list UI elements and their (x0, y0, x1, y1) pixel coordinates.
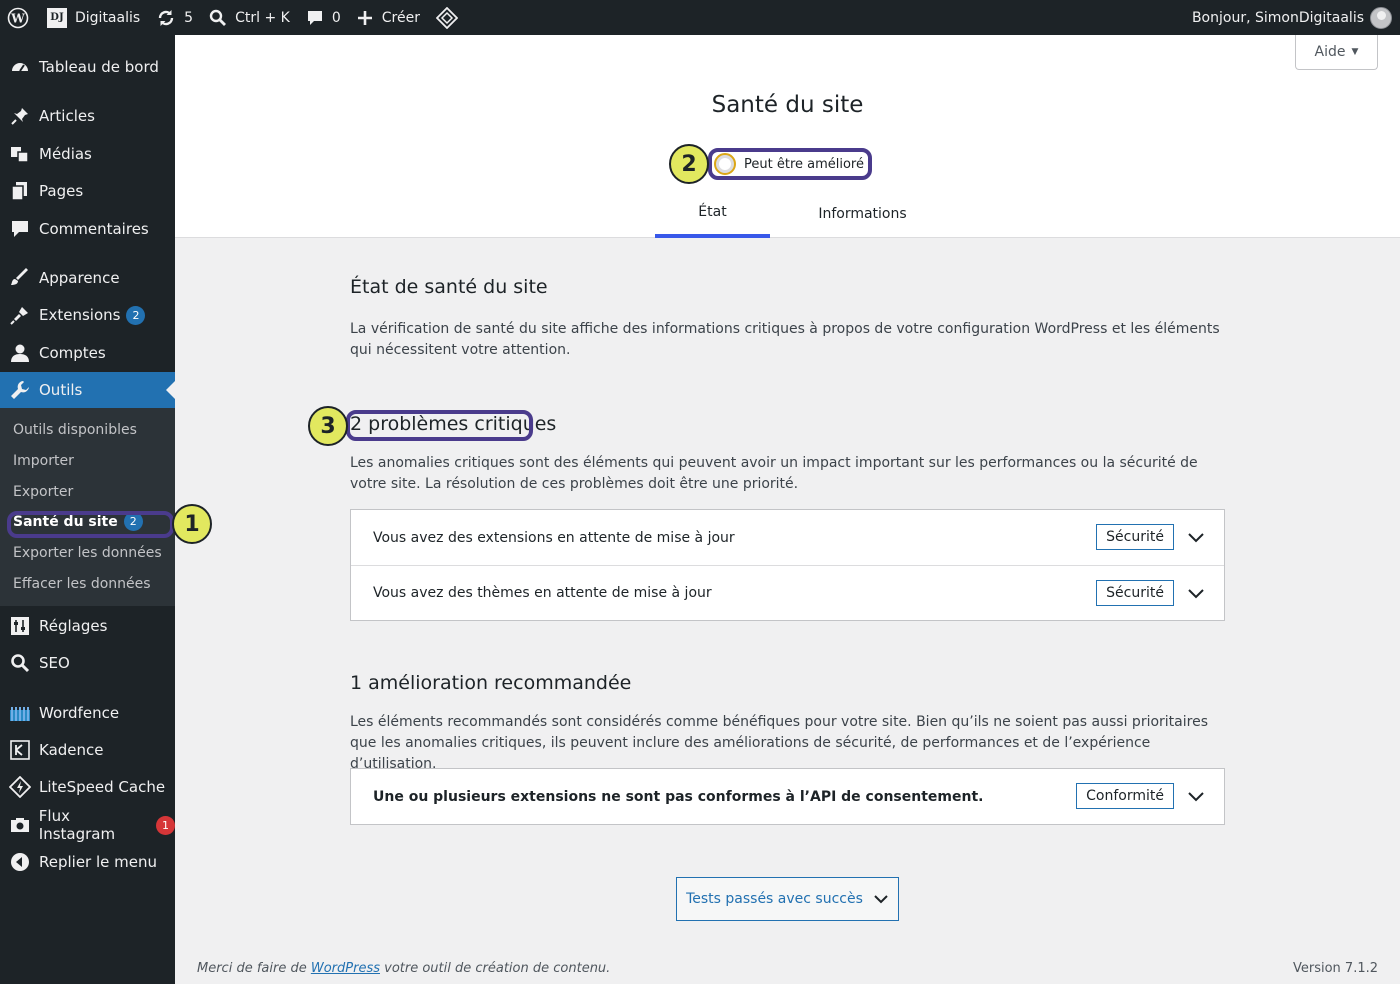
updates-link[interactable]: 5 (148, 0, 201, 35)
security-badge: Sécurité (1096, 580, 1174, 606)
menu-item-appearance[interactable]: Apparence (0, 260, 175, 296)
chevron-down-icon (874, 895, 888, 904)
chevron-down-icon (1188, 533, 1204, 543)
admin-bar: W DJ Digitaalis 5 Ctrl + K 0 Créer Bonjo… (0, 0, 1400, 35)
tab-status[interactable]: État (655, 190, 770, 238)
site-health-header: Aide ▼ Santé du site Peut être amélioré … (175, 35, 1400, 238)
user-icon (9, 342, 31, 364)
litespeed-icon (9, 776, 31, 798)
pages-icon (9, 180, 31, 202)
wordpress-link[interactable]: WordPress (311, 961, 380, 976)
passed-tests-button[interactable]: Tests passés avec succès (676, 877, 899, 921)
site-logo-icon: DJ (47, 7, 67, 28)
brush-icon (9, 267, 31, 289)
avatar (1370, 6, 1392, 29)
chevron-down-icon (1188, 589, 1204, 599)
recommended-title: 1 amélioration recommandée (350, 672, 632, 694)
highlight-site-health-menu (7, 511, 174, 538)
recommended-description: Les éléments recommandés sont considérés… (350, 714, 1208, 772)
dashboard-icon (9, 56, 31, 78)
admin-sidebar: Tableau de bord Articles Médias Pages Co… (0, 35, 175, 984)
callout-2: 2 (669, 144, 709, 184)
comments-count: 0 (331, 9, 341, 26)
extensions-update-badge: 2 (126, 305, 146, 325)
recommended-list: Une ou plusieurs extensions ne sont pas … (350, 768, 1225, 825)
diamond-icon (435, 6, 458, 29)
submenu-export-data[interactable]: Exporter les données (13, 545, 162, 561)
svg-text:W: W (10, 11, 25, 25)
plugin-icon (9, 304, 31, 326)
critical-issues-list: Vous avez des extensions en attente de m… (350, 509, 1225, 621)
menu-item-accounts[interactable]: Comptes (0, 335, 175, 371)
camera-icon (9, 814, 31, 836)
comment-icon (307, 10, 322, 25)
site-name-link[interactable]: DJ Digitaalis (39, 0, 148, 35)
menu-item-tools[interactable]: Outils (0, 372, 175, 408)
footer-thanks: Merci de faire de WordPress votre outil … (197, 961, 611, 976)
menu-item-instagram-feed[interactable]: Flux Instagram 1 (0, 807, 175, 843)
issue-row-consent-api[interactable]: Une ou plusieurs extensions ne sont pas … (351, 769, 1224, 824)
callout-3: 3 (308, 406, 348, 446)
submenu-available-tools[interactable]: Outils disponibles (13, 422, 137, 438)
critical-issues-description: Les anomalies critiques sont des élément… (350, 455, 1198, 492)
comment-icon (9, 218, 31, 240)
submenu-export[interactable]: Exporter (13, 484, 73, 500)
create-new-link[interactable]: Créer (349, 0, 428, 35)
security-badge: Sécurité (1096, 524, 1174, 550)
tools-submenu: Outils disponibles Importer Exporter San… (0, 408, 175, 606)
menu-item-articles[interactable]: Articles (0, 98, 175, 134)
highlight-critical-title (346, 410, 533, 441)
pin-icon (9, 105, 31, 127)
menu-item-kadence[interactable]: Kadence (0, 732, 175, 768)
menu-item-pages[interactable]: Pages (0, 173, 175, 209)
chevron-down-icon (1188, 792, 1204, 802)
greeting: Bonjour, SimonDigitaalis (1191, 9, 1364, 26)
intro-description: La vérification de santé du site affiche… (350, 321, 1220, 358)
search-shortcut: Ctrl + K (235, 9, 290, 26)
menu-item-dashboard[interactable]: Tableau de bord (0, 49, 175, 85)
issue-row-plugin-updates[interactable]: Vous avez des extensions en attente de m… (351, 510, 1224, 565)
tab-informations[interactable]: Informations (805, 190, 920, 238)
comments-link[interactable]: 0 (298, 0, 349, 35)
command-search[interactable]: Ctrl + K (201, 0, 298, 35)
wrench-icon (9, 379, 31, 401)
media-icon (9, 143, 31, 165)
account-menu[interactable]: Bonjour, SimonDigitaalis (1184, 0, 1400, 35)
plus-icon (357, 10, 372, 25)
wordfence-icon (9, 702, 31, 724)
caret-down-icon: ▼ (1351, 47, 1359, 57)
search-icon (209, 9, 227, 26)
menu-item-litespeed[interactable]: LiteSpeed Cache (0, 769, 175, 805)
submenu-import[interactable]: Importer (13, 453, 74, 469)
settings-icon (9, 615, 31, 637)
page-title: Santé du site (711, 92, 864, 118)
wordpress-logo-icon[interactable]: W (0, 0, 39, 35)
menu-item-wordfence[interactable]: Wordfence (0, 695, 175, 731)
diamond-plugin-link[interactable] (428, 0, 466, 35)
menu-item-seo[interactable]: SEO (0, 645, 175, 681)
updates-icon (158, 9, 174, 26)
collapse-icon (9, 851, 31, 873)
menu-item-comments[interactable]: Commentaires (0, 211, 175, 247)
instagram-feed-badge: 1 (156, 815, 175, 835)
submenu-erase-data[interactable]: Effacer les données (13, 576, 151, 592)
highlight-status (708, 148, 872, 180)
callout-1: 1 (172, 504, 212, 544)
create-label: Créer (381, 9, 420, 26)
compliance-badge: Conformité (1076, 783, 1174, 809)
menu-item-extensions[interactable]: Extensions 2 (0, 297, 175, 333)
menu-item-settings[interactable]: Réglages (0, 608, 175, 644)
intro-title: État de santé du site (350, 276, 548, 298)
help-button[interactable]: Aide ▼ (1295, 35, 1378, 70)
updates-count: 5 (184, 9, 194, 26)
site-name: Digitaalis (75, 9, 141, 26)
menu-item-media[interactable]: Médias (0, 136, 175, 172)
search-icon (9, 652, 31, 674)
kadence-icon (9, 739, 31, 761)
issue-row-theme-updates[interactable]: Vous avez des thèmes en attente de mise … (351, 565, 1224, 620)
footer-version: Version 7.1.2 (1292, 961, 1378, 976)
collapse-menu-button[interactable]: Replier le menu (0, 844, 175, 880)
